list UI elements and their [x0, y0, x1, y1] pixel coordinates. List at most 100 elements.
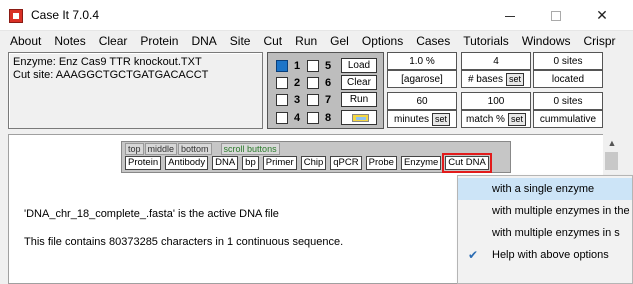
sites-cumulative-value: 0 sites — [533, 92, 603, 110]
lane-5-checkbox[interactable] — [307, 60, 319, 72]
menu-notes[interactable]: Notes — [54, 34, 85, 48]
sites-located-label: located — [533, 70, 603, 88]
bp-tool-button[interactable]: bp — [242, 156, 259, 170]
lane-1-checkbox[interactable] — [276, 60, 288, 72]
lane-7-label: 7 — [324, 94, 332, 106]
menu-dna[interactable]: DNA — [191, 34, 216, 48]
lane-row-1: 1 5 — [276, 59, 338, 73]
cut-dna-dropdown-menu: with a single enzyme with multiple enzym… — [457, 175, 633, 284]
lane-panel: 1 5 2 6 3 7 4 8 Load Clear Run — [267, 52, 384, 129]
dna-tool-button[interactable]: DNA — [212, 156, 239, 170]
menu-item-label: with a single enzyme — [492, 183, 595, 195]
lane-row-4: 4 8 — [276, 111, 338, 125]
probe-tool-button[interactable]: Probe — [365, 156, 397, 170]
primer-tool-button[interactable]: Primer — [262, 156, 297, 170]
lane-7-checkbox[interactable] — [307, 94, 319, 106]
menu-protein[interactable]: Protein — [140, 34, 178, 48]
enzyme-line: Enzyme: Enz Cas9 TTR knockout.TXT — [13, 56, 202, 68]
gel-icon[interactable] — [341, 110, 377, 125]
maximize-icon — [551, 10, 561, 21]
lane-8-checkbox[interactable] — [307, 112, 319, 124]
menu-cases[interactable]: Cases — [416, 34, 450, 48]
menu-windows[interactable]: Windows — [522, 34, 571, 48]
chip-tool-button[interactable]: Chip — [300, 156, 327, 170]
active-file-text: 'DNA_chr_18_complete_.fasta' is the acti… — [24, 208, 279, 220]
lane-row-2: 2 6 — [276, 76, 338, 90]
sites-located-value: 0 sites — [533, 52, 603, 70]
minimize-icon — [505, 16, 515, 17]
tool-button-panel: top middle bottom scroll buttons Protein… — [121, 141, 511, 173]
antibody-tool-button[interactable]: Antibody — [165, 156, 209, 170]
menu-item-help[interactable]: ✔ Help with above options — [458, 244, 632, 266]
bases-set-button[interactable]: set — [506, 72, 525, 86]
menu-item-label: Help with above options — [492, 249, 609, 261]
menu-item-label: with multiple enzymes in s — [492, 227, 620, 239]
lane-6-label: 6 — [324, 77, 332, 89]
tool-buttons: Protein Antibody DNA bp Primer Chip qPCR… — [125, 153, 493, 173]
tab-scroll-buttons[interactable]: scroll buttons — [220, 143, 280, 155]
tab-top[interactable]: top — [125, 143, 144, 155]
lane-2-label: 2 — [293, 77, 301, 89]
match-set-button[interactable]: set — [507, 112, 526, 126]
enzyme-info-box: Enzyme: Enz Cas9 TTR knockout.TXT Cut si… — [8, 52, 263, 129]
panel-tabs: top middle bottom scroll buttons — [125, 143, 281, 155]
menu-clear[interactable]: Clear — [99, 34, 128, 48]
menu-about[interactable]: About — [10, 34, 41, 48]
cut-site-line: Cut site: AAAGGCTGCTGATGACACCT — [13, 69, 209, 81]
scroll-thumb[interactable] — [605, 152, 618, 170]
bases-label: # bases — [467, 73, 503, 85]
close-button[interactable]: ✕ — [579, 0, 625, 31]
menu-item-multiple-enzymes-1[interactable]: with multiple enzymes in the — [458, 200, 632, 222]
file-summary-text: This file contains 80373285 characters i… — [24, 236, 344, 248]
lane-row-3: 3 7 — [276, 93, 338, 107]
menu-item-single-enzyme[interactable]: with a single enzyme — [458, 178, 632, 200]
menu-tutorials[interactable]: Tutorials — [463, 34, 509, 48]
match-label: match % — [466, 113, 505, 125]
menu-item-multiple-enzymes-2[interactable]: with multiple enzymes in s — [458, 222, 632, 244]
menu-crispr[interactable]: Crispr — [584, 34, 616, 48]
time-value[interactable]: 60 — [387, 92, 457, 110]
agarose-value[interactable]: 1.0 % — [387, 52, 457, 70]
lane-5-label: 5 — [324, 60, 332, 72]
tab-middle[interactable]: middle — [144, 143, 178, 155]
menu-run[interactable]: Run — [295, 34, 317, 48]
match-value[interactable]: 100 — [461, 92, 531, 110]
agarose-label: [agarose] — [387, 70, 457, 88]
checkmark-icon: ✔ — [468, 248, 479, 262]
close-icon: ✕ — [596, 7, 608, 23]
lane-3-label: 3 — [293, 94, 301, 106]
menu-options[interactable]: Options — [362, 34, 403, 48]
load-button[interactable]: Load — [341, 58, 377, 73]
bases-panel: 4 # bases set 100 match % set — [461, 52, 531, 129]
menu-cut[interactable]: Cut — [263, 34, 282, 48]
lane-4-label: 4 — [293, 112, 301, 124]
app-icon — [9, 9, 23, 23]
sites-panel: 0 sites located 0 sites cummulative — [533, 52, 603, 129]
menu-site[interactable]: Site — [230, 34, 251, 48]
lane-2-checkbox[interactable] — [276, 77, 288, 89]
minimize-button[interactable] — [487, 0, 533, 31]
cut-dna-tool-button[interactable]: Cut DNA — [442, 153, 492, 173]
match-row: match % set — [461, 110, 531, 128]
scroll-up-icon[interactable]: ▲ — [603, 134, 621, 152]
minutes-label: minutes — [393, 113, 429, 125]
sites-cumulative-label: cummulative — [533, 110, 603, 128]
lane-3-checkbox[interactable] — [276, 94, 288, 106]
qpcr-tool-button[interactable]: qPCR — [330, 156, 362, 170]
menu-item-label: with multiple enzymes in the — [492, 205, 630, 217]
minutes-set-button[interactable]: set — [432, 112, 451, 126]
enzyme-tool-button[interactable]: Enzyme — [400, 156, 442, 170]
title-bar: Case It 7.0.4 ✕ — [0, 0, 633, 31]
minutes-row: minutes set — [387, 110, 457, 128]
run-button[interactable]: Run — [341, 92, 377, 107]
tab-bottom[interactable]: bottom — [178, 143, 212, 155]
protein-tool-button[interactable]: Protein — [125, 156, 162, 170]
lane-6-checkbox[interactable] — [307, 77, 319, 89]
bases-value[interactable]: 4 — [461, 52, 531, 70]
lane-8-label: 8 — [324, 112, 332, 124]
clear-lanes-button[interactable]: Clear — [341, 75, 377, 90]
maximize-button[interactable] — [533, 0, 579, 31]
menu-gel[interactable]: Gel — [330, 34, 349, 48]
lane-4-checkbox[interactable] — [276, 112, 288, 124]
agarose-panel: 1.0 % [agarose] 60 minutes set — [387, 52, 457, 129]
